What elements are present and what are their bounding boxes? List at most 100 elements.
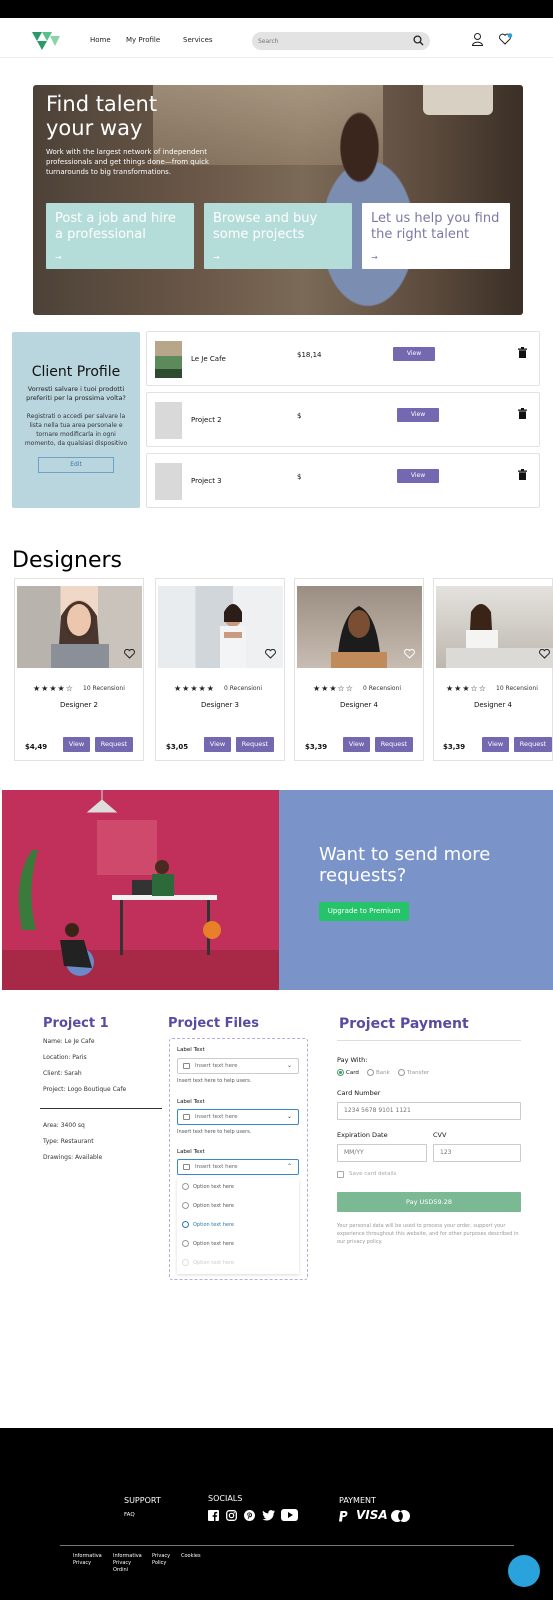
- project-row: Le Je Cafe $18,14 View: [146, 331, 540, 386]
- review-count: 10 Recensioni: [496, 685, 538, 692]
- file-select[interactable]: Insert text here ⌄: [177, 1058, 299, 1074]
- view-button[interactable]: View: [482, 737, 509, 752]
- hero-card-browse[interactable]: Browse and buy some projects →: [204, 203, 352, 269]
- request-button[interactable]: Request: [95, 737, 133, 752]
- heart-icon[interactable]: [539, 649, 550, 659]
- pinterest-icon[interactable]: [244, 1510, 255, 1521]
- file-select[interactable]: Insert text here ⌄: [177, 1109, 299, 1125]
- dropdown-option-selected[interactable]: Option text here: [177, 1216, 299, 1234]
- radio-icon: [398, 1069, 405, 1076]
- hero-card-title: Browse and buy some projects: [213, 211, 318, 242]
- option-label: Option text here: [193, 1184, 235, 1190]
- project-name: Le Je Cafe: [191, 355, 226, 363]
- check-icon: [182, 1221, 189, 1228]
- footer-link-cookies[interactable]: Cookies: [181, 1553, 201, 1560]
- project-price: $: [297, 412, 302, 420]
- arrow-right-icon: →: [371, 253, 378, 262]
- nav-my-profile[interactable]: My Profile: [126, 36, 160, 44]
- hero-card-title: Let us help you find the right talent: [371, 211, 500, 242]
- payment-title: PAYMENT: [339, 1496, 376, 1505]
- view-button[interactable]: View: [393, 347, 435, 361]
- project-row: Project 2 $ View: [146, 392, 540, 447]
- promo-title: Want to send more requests?: [319, 844, 491, 886]
- save-card-checkbox[interactable]: [337, 1171, 344, 1178]
- instagram-icon[interactable]: [226, 1510, 237, 1521]
- view-button[interactable]: View: [63, 737, 90, 752]
- chevron-up-icon: ⌃: [286, 1163, 292, 1170]
- site-footer: [0, 1428, 553, 1600]
- footer-divider: [60, 1545, 514, 1546]
- footer-link-privacy-orders[interactable]: Informativa Privacy Ordini: [113, 1553, 145, 1574]
- option-label: Option text here: [193, 1203, 235, 1209]
- view-button[interactable]: View: [343, 737, 370, 752]
- search-input[interactable]: [258, 35, 398, 47]
- expiration-label: Expiration Date: [337, 1131, 388, 1139]
- heart-icon[interactable]: [404, 649, 415, 659]
- designer-name: Designer 4: [339, 701, 379, 709]
- promo-image: [2, 790, 279, 990]
- mastercard-icon: [391, 1510, 410, 1522]
- designer-name: Designer 3: [200, 701, 240, 709]
- dropdown-option[interactable]: Option text here: [177, 1178, 299, 1196]
- card-number-input[interactable]: [344, 1107, 508, 1114]
- pay-button[interactable]: Pay USD59.28: [337, 1192, 521, 1212]
- dropdown-option[interactable]: Option text here: [177, 1197, 299, 1215]
- project-payment-title: Project Payment: [339, 1016, 469, 1032]
- support-title: SUPPORT: [124, 1496, 161, 1505]
- twitter-icon[interactable]: [262, 1510, 275, 1521]
- faq-link[interactable]: FAQ: [124, 1512, 135, 1518]
- field-label: Label Text: [177, 1047, 205, 1053]
- edit-profile-button[interactable]: Edit: [38, 457, 114, 473]
- visa-logo: VISA: [356, 1508, 388, 1522]
- request-button[interactable]: Request: [236, 737, 274, 752]
- chevron-down-icon: ⌄: [286, 1062, 292, 1069]
- project-thumbnail: [155, 402, 182, 439]
- radio-icon: [367, 1069, 374, 1076]
- check-icon: [182, 1240, 189, 1247]
- hero-card-help[interactable]: Let us help you find the right talent →: [362, 203, 510, 269]
- footer-link-privacy-policy[interactable]: Privacy Policy: [152, 1553, 178, 1567]
- trash-icon[interactable]: [518, 408, 527, 419]
- pay-transfer-radio[interactable]: Transfer: [398, 1069, 429, 1076]
- cvv-input[interactable]: [440, 1149, 518, 1156]
- designer-price: $3,05: [166, 743, 189, 751]
- hero-card-post-job[interactable]: Post a job and hire a professional →: [46, 203, 194, 269]
- brand-logo[interactable]: [32, 32, 60, 50]
- review-count: 0 Recensioni: [224, 685, 263, 692]
- trash-icon[interactable]: [518, 347, 527, 358]
- request-button[interactable]: Request: [514, 737, 552, 752]
- nav-services[interactable]: Services: [183, 36, 213, 44]
- pay-card-radio[interactable]: Card: [337, 1069, 359, 1076]
- pay-bank-radio[interactable]: Bank: [367, 1069, 390, 1076]
- project1-title: Project 1: [43, 1016, 109, 1031]
- file-select[interactable]: Insert text here ⌃: [177, 1159, 299, 1175]
- chat-bubble-icon[interactable]: [508, 1555, 540, 1587]
- heart-icon[interactable]: [265, 649, 276, 659]
- project-thumbnail: [155, 341, 182, 378]
- select-value: Insert text here: [195, 1164, 238, 1170]
- designer-card: ★★★☆☆ 0 Recensioni Designer 4 $3,39 View…: [294, 578, 424, 761]
- view-button[interactable]: View: [397, 469, 439, 483]
- youtube-icon[interactable]: [281, 1509, 298, 1521]
- expiration-input[interactable]: [344, 1149, 424, 1156]
- radio-label: Transfer: [407, 1070, 430, 1076]
- footer-link-privacy[interactable]: Informativa Privacy: [73, 1553, 105, 1567]
- card-number-field-wrap: [337, 1102, 521, 1120]
- view-button[interactable]: View: [204, 737, 231, 752]
- request-button[interactable]: Request: [375, 737, 413, 752]
- view-button[interactable]: View: [397, 408, 439, 422]
- project1-detail: Drawings: Available: [43, 1154, 103, 1161]
- nav-home[interactable]: Home: [90, 36, 111, 44]
- heart-icon[interactable]: [124, 649, 135, 659]
- heart-icon[interactable]: [499, 33, 513, 46]
- dropdown-option[interactable]: Option text here: [177, 1235, 299, 1253]
- search-icon[interactable]: [413, 35, 424, 46]
- upgrade-premium-button[interactable]: Upgrade to Premium: [319, 902, 409, 921]
- designers-title: Designers: [12, 548, 122, 573]
- client-profile-title: Client Profile: [31, 364, 121, 380]
- rating-stars: ★★★☆☆: [446, 684, 487, 693]
- facebook-icon[interactable]: [208, 1510, 219, 1521]
- user-icon[interactable]: [472, 33, 483, 46]
- rating-stars: ★★★☆☆: [313, 684, 354, 693]
- trash-icon[interactable]: [518, 469, 527, 480]
